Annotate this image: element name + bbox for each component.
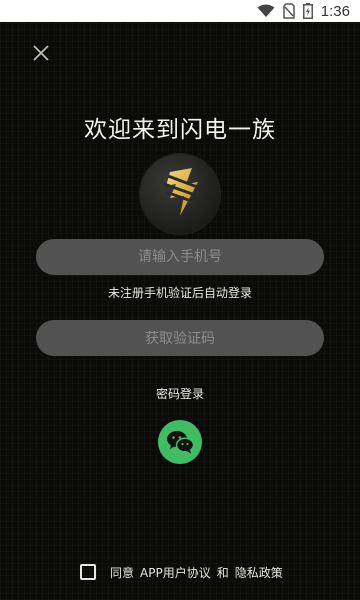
privacy-policy-link[interactable]: 隐私政策 [235,564,283,581]
status-icons: 1:36 [257,2,350,20]
password-login-link[interactable]: 密码登录 [0,385,360,402]
agreement-row: 同意 APP用户协议 和 隐私政策 [80,562,283,582]
battery-charging-icon [302,3,313,19]
agreement-conjunction: 和 [216,565,229,580]
auto-register-hint: 未注册手机验证后自动登录 [107,286,252,300]
lightning-bolt-logo [163,168,201,216]
wifi-icon [257,4,275,17]
sim-no-signal-icon [283,3,295,19]
status-bar: 1:36 [0,0,360,22]
agreement-checkbox[interactable] [80,564,96,580]
get-code-button[interactable]: 获取验证码 [36,320,324,356]
app-logo [140,154,220,234]
close-button[interactable] [28,40,54,66]
close-icon [33,45,49,61]
status-time: 1:36 [320,2,350,20]
login-screen: 欢迎来到闪电一族 未注册手机验证后自动登录 获取验证码 密码登录 [0,22,360,600]
wechat-login-button[interactable] [158,420,202,464]
wechat-icon [167,431,195,454]
user-agreement-link[interactable]: APP用户协议 [140,564,211,581]
phone-input[interactable] [36,239,324,275]
agreement-prefix: 同意 [110,565,135,580]
page-title: 欢迎来到闪电一族 [84,117,276,143]
